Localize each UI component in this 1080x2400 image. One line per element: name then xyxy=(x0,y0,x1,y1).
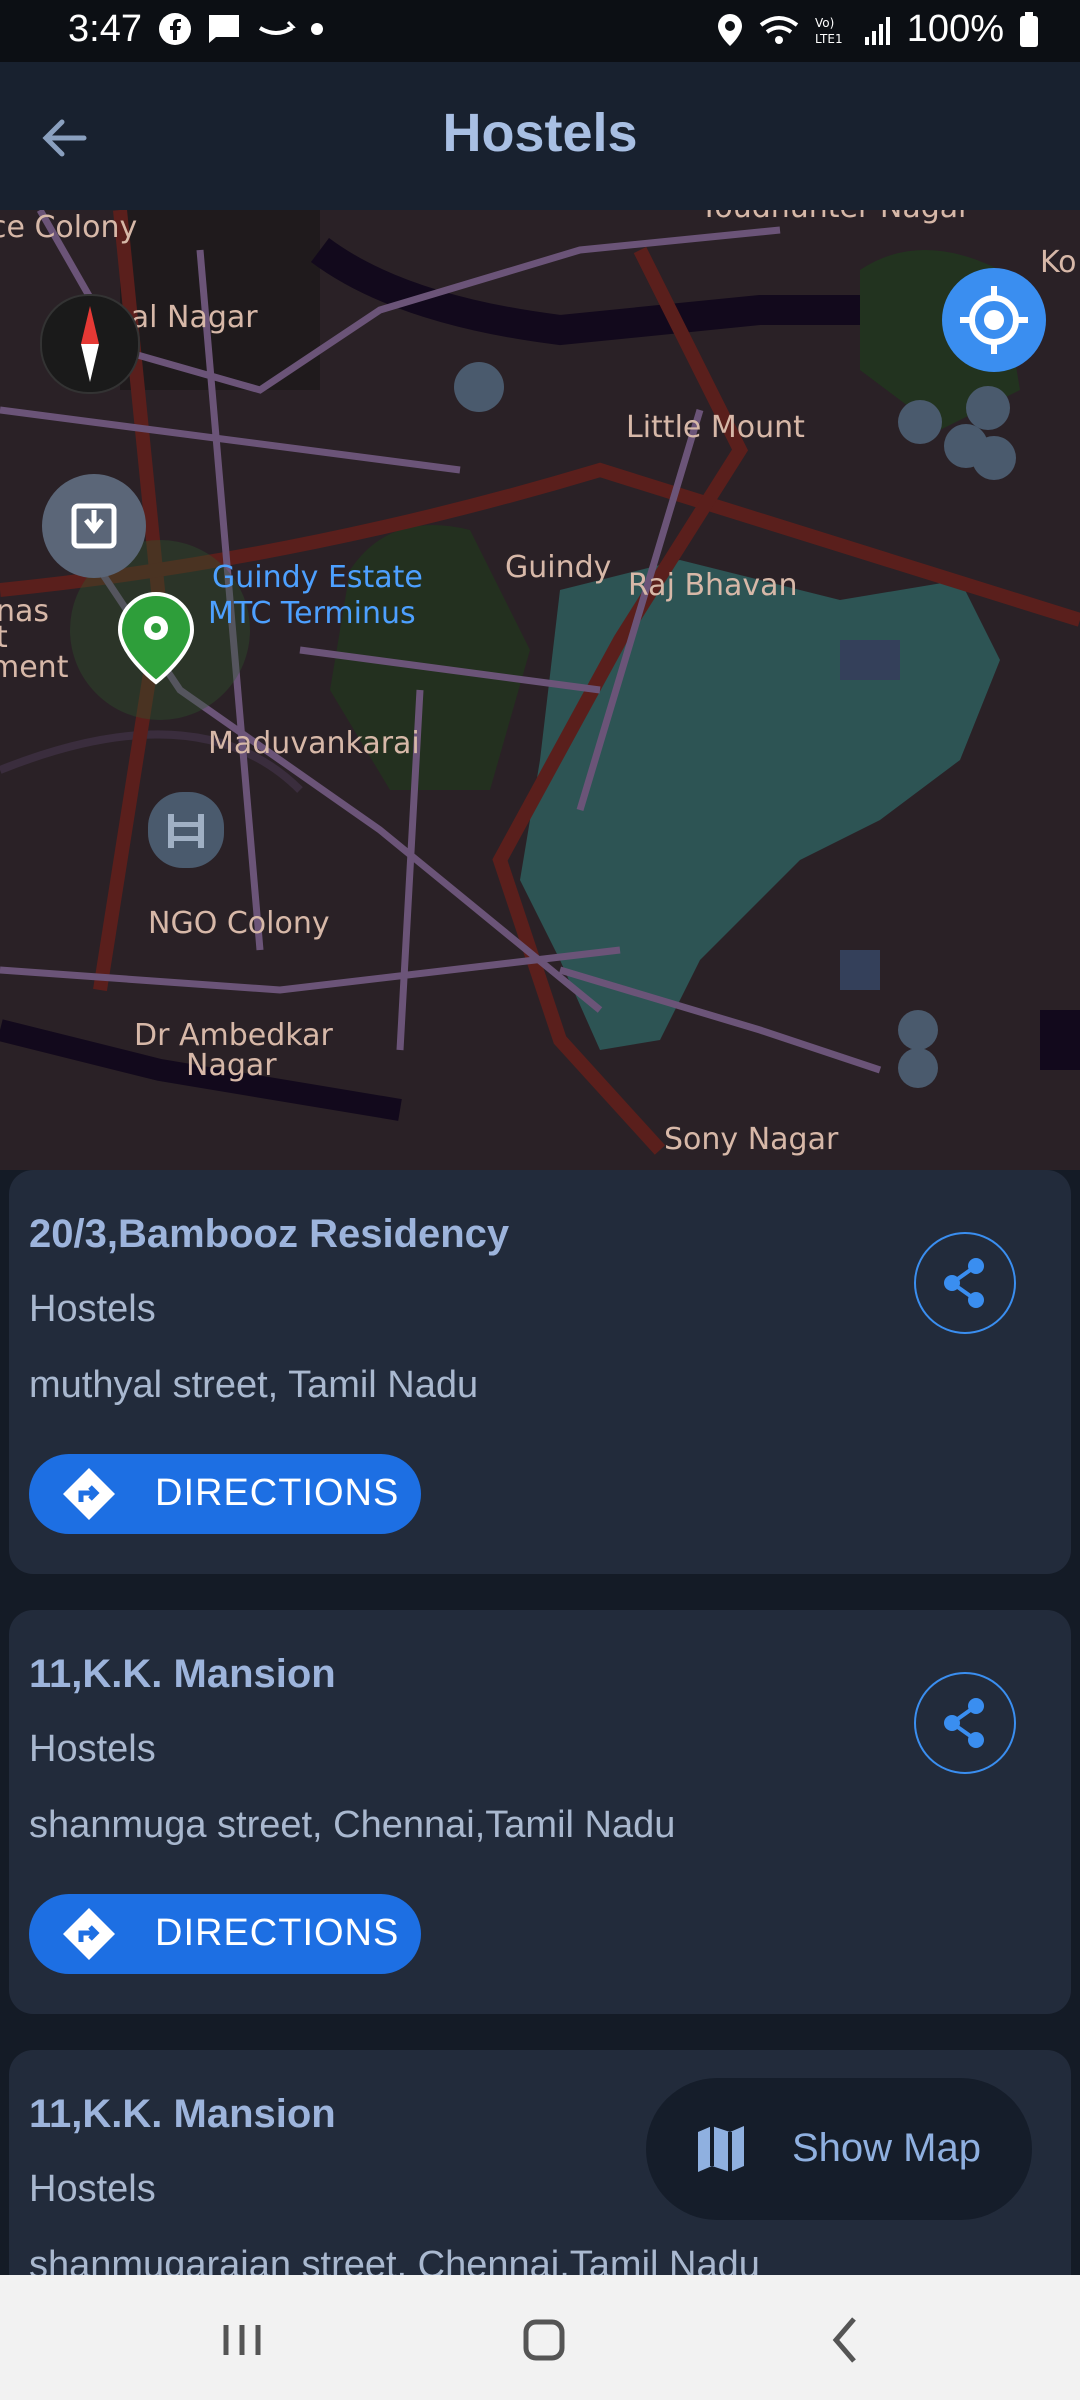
map-label: Maduvankarai xyxy=(208,726,420,761)
directions-label: DIRECTIONS xyxy=(155,1472,400,1514)
directions-button[interactable]: DIRECTIONS xyxy=(29,1454,421,1534)
message-icon xyxy=(209,15,239,43)
map-label: MTC Terminus xyxy=(208,596,416,631)
share-button[interactable] xyxy=(914,1232,1016,1334)
map-label: NGO Colony xyxy=(148,906,330,941)
battery-percent: 100% xyxy=(906,8,1004,50)
svg-text:Vo): Vo) xyxy=(815,16,834,30)
hostel-marker-icon[interactable] xyxy=(966,386,1010,430)
hostel-category: Hostels xyxy=(29,1728,156,1770)
location-icon xyxy=(717,13,742,46)
map-label: ment xyxy=(0,650,69,685)
map-label: ce Colony xyxy=(0,210,138,245)
show-map-button[interactable]: Show Map xyxy=(646,2078,1032,2220)
map-label: Raj Bhavan xyxy=(628,568,798,603)
compass-icon[interactable] xyxy=(40,294,140,394)
dot-icon xyxy=(311,23,323,35)
hostel-card[interactable]: 11,K.K. Mansion Hostels shanmuga street,… xyxy=(9,1610,1071,2014)
system-nav-bar xyxy=(0,2275,1080,2400)
home-button[interactable] xyxy=(504,2305,584,2375)
directions-button[interactable]: DIRECTIONS xyxy=(29,1894,421,1974)
lte-icon: Vo) LTE1 xyxy=(815,16,843,46)
map-icon xyxy=(698,2126,744,2172)
hostel-marker-icon[interactable] xyxy=(898,1048,938,1088)
my-location-button[interactable] xyxy=(942,268,1046,372)
hostel-marker-icon[interactable] xyxy=(972,436,1016,480)
svg-text:LTE1: LTE1 xyxy=(815,32,843,46)
facebook-icon xyxy=(159,13,191,45)
status-time: 3:47 xyxy=(68,8,142,50)
back-button[interactable] xyxy=(806,2305,886,2375)
hostel-address: muthyal street, Tamil Nadu xyxy=(29,1364,479,1406)
hostel-address: shanmuga street, Chennai,Tamil Nadu xyxy=(29,1804,676,1846)
directions-icon xyxy=(63,1468,115,1520)
directions-label: DIRECTIONS xyxy=(155,1912,400,1954)
hostel-name: 11,K.K. Mansion xyxy=(29,2092,336,2136)
hostel-category: Hostels xyxy=(29,1288,156,1330)
back-chevron-icon xyxy=(832,2317,856,2363)
hostel-marker-icon[interactable] xyxy=(898,1010,938,1050)
status-bar: 3:47 Vo) LTE1 100% xyxy=(0,0,1080,62)
share-icon xyxy=(944,1258,984,1308)
signal-icon xyxy=(864,16,890,45)
map-label: Guindy Estate xyxy=(212,560,423,595)
map-label: Little Mount xyxy=(626,410,805,445)
hostel-marker-icon[interactable] xyxy=(148,792,224,868)
hostel-name: 11,K.K. Mansion xyxy=(29,1652,336,1696)
home-icon xyxy=(523,2319,565,2361)
share-icon xyxy=(944,1698,984,1748)
hostel-card[interactable]: 20/3,Bambooz Residency Hostels muthyal s… xyxy=(9,1170,1071,1574)
hostel-address: shanmugarajan street, Chennai,Tamil Nadu xyxy=(29,2244,760,2275)
map-view[interactable]: ce Colony Ambal Nagar Youdhunter Nagar K… xyxy=(0,210,1080,1170)
amazon-icon xyxy=(258,20,296,35)
hostel-marker-icon[interactable] xyxy=(454,362,504,412)
app-bar: Hostels xyxy=(0,62,1080,210)
wifi-icon xyxy=(759,15,799,44)
map-download-icon[interactable] xyxy=(42,474,146,578)
map-label: Youdhunter Nagar xyxy=(700,210,970,225)
page-title: Hostels xyxy=(442,103,638,163)
recent-apps-button[interactable] xyxy=(202,2305,282,2375)
battery-icon xyxy=(1020,11,1038,47)
hostel-marker-icon[interactable] xyxy=(898,400,942,444)
recent-apps-icon xyxy=(223,2325,261,2355)
show-map-label: Show Map xyxy=(792,2126,981,2170)
directions-icon xyxy=(63,1908,115,1960)
hostel-category: Hostels xyxy=(29,2168,156,2210)
share-button[interactable] xyxy=(914,1672,1016,1774)
map-label: Guindy xyxy=(505,550,612,585)
map-label: Sony Nagar xyxy=(664,1122,839,1157)
hostel-name: 20/3,Bambooz Residency xyxy=(29,1212,510,1256)
map-label: Nagar xyxy=(186,1048,277,1083)
